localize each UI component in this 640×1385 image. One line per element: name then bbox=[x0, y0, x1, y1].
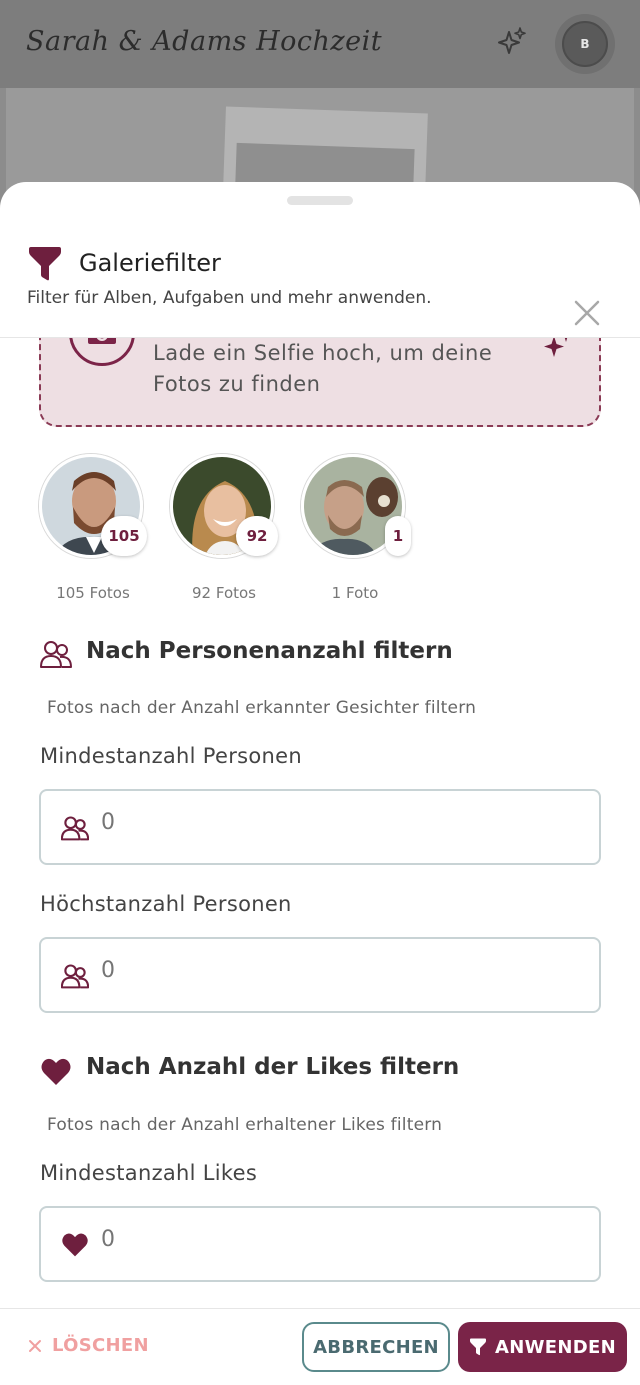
apply-button-label: ANWENDEN bbox=[495, 1336, 616, 1358]
min-persons-label: Mindestanzahl Personen bbox=[40, 744, 302, 768]
close-icon bbox=[29, 1339, 41, 1352]
filter-icon bbox=[470, 1338, 487, 1356]
sheet-subtitle: Filter für Alben, Aufgaben und mehr anwe… bbox=[27, 288, 432, 308]
min-likes-input[interactable] bbox=[101, 1227, 581, 1252]
selfie-upload-area[interactable]: Lade ein Selfie hoch, um deine Fotos zu … bbox=[39, 338, 601, 427]
sheet-footer: LÖSCHEN ABBRECHEN ANWENDEN bbox=[0, 1308, 640, 1385]
filter-sheet: Galeriefilter Filter für Alben, Aufgaben… bbox=[0, 182, 640, 1385]
person-item[interactable]: 105 105 Fotos bbox=[39, 454, 147, 602]
people-icon bbox=[61, 964, 89, 989]
app-title: Sarah & Adams Hochzeit bbox=[26, 26, 383, 57]
heart-icon bbox=[41, 1058, 71, 1085]
person-item[interactable]: 92 92 Fotos bbox=[170, 454, 278, 602]
apply-button[interactable]: ANWENDEN bbox=[458, 1322, 627, 1372]
clear-button-label: LÖSCHEN bbox=[52, 1335, 149, 1356]
selfie-upload-text: Lade ein Selfie hoch, um deine Fotos zu … bbox=[153, 341, 493, 396]
min-likes-label: Mindestanzahl Likes bbox=[40, 1161, 258, 1185]
min-persons-field[interactable] bbox=[39, 789, 601, 865]
likes-section-description: Fotos nach der Anzahl erhaltener Likes f… bbox=[47, 1115, 443, 1135]
person-count-section-description: Fotos nach der Anzahl erkannter Gesichte… bbox=[47, 698, 477, 718]
person-photo-count: 1 Foto bbox=[331, 584, 379, 602]
cancel-button[interactable]: ABBRECHEN bbox=[302, 1322, 450, 1372]
person-photo-count: 92 Fotos bbox=[192, 584, 256, 602]
photo-count-badge: 92 bbox=[236, 516, 278, 556]
person-item[interactable]: 1 1 Foto bbox=[301, 454, 411, 602]
user-avatar-initial: B bbox=[562, 21, 608, 67]
max-persons-field[interactable] bbox=[39, 937, 601, 1013]
camera-button[interactable] bbox=[69, 338, 135, 366]
person-count-section-title: Nach Personenanzahl filtern bbox=[86, 638, 453, 664]
min-persons-input[interactable] bbox=[101, 810, 581, 835]
people-icon bbox=[40, 641, 72, 668]
sheet-content: Lade ein Selfie hoch, um deine Fotos zu … bbox=[0, 338, 640, 1308]
sheet-drag-handle[interactable] bbox=[287, 196, 353, 205]
sheet-header: Galeriefilter Filter für Alben, Aufgaben… bbox=[0, 222, 640, 338]
clear-button[interactable]: LÖSCHEN bbox=[28, 1335, 149, 1356]
user-avatar[interactable]: B bbox=[555, 14, 615, 74]
max-persons-input[interactable] bbox=[101, 958, 581, 983]
people-icon bbox=[61, 816, 89, 841]
likes-section-title: Nach Anzahl der Likes filtern bbox=[86, 1054, 460, 1080]
sparkle-icon[interactable] bbox=[496, 26, 528, 58]
app-header: Sarah & Adams Hochzeit B bbox=[0, 0, 640, 88]
filter-icon bbox=[29, 247, 61, 281]
close-icon[interactable] bbox=[570, 296, 604, 330]
photo-count-badge: 1 bbox=[385, 516, 411, 556]
sheet-title: Galeriefilter bbox=[79, 249, 221, 277]
person-photo-count: 105 Fotos bbox=[56, 584, 130, 602]
cancel-button-label: ABBRECHEN bbox=[313, 1336, 439, 1358]
heart-icon bbox=[62, 1233, 88, 1257]
sparkle-icon bbox=[544, 338, 568, 357]
photo-count-badge: 105 bbox=[101, 516, 147, 556]
camera-icon bbox=[88, 338, 116, 344]
min-likes-field[interactable] bbox=[39, 1206, 601, 1282]
max-persons-label: Höchstanzahl Personen bbox=[40, 892, 292, 916]
